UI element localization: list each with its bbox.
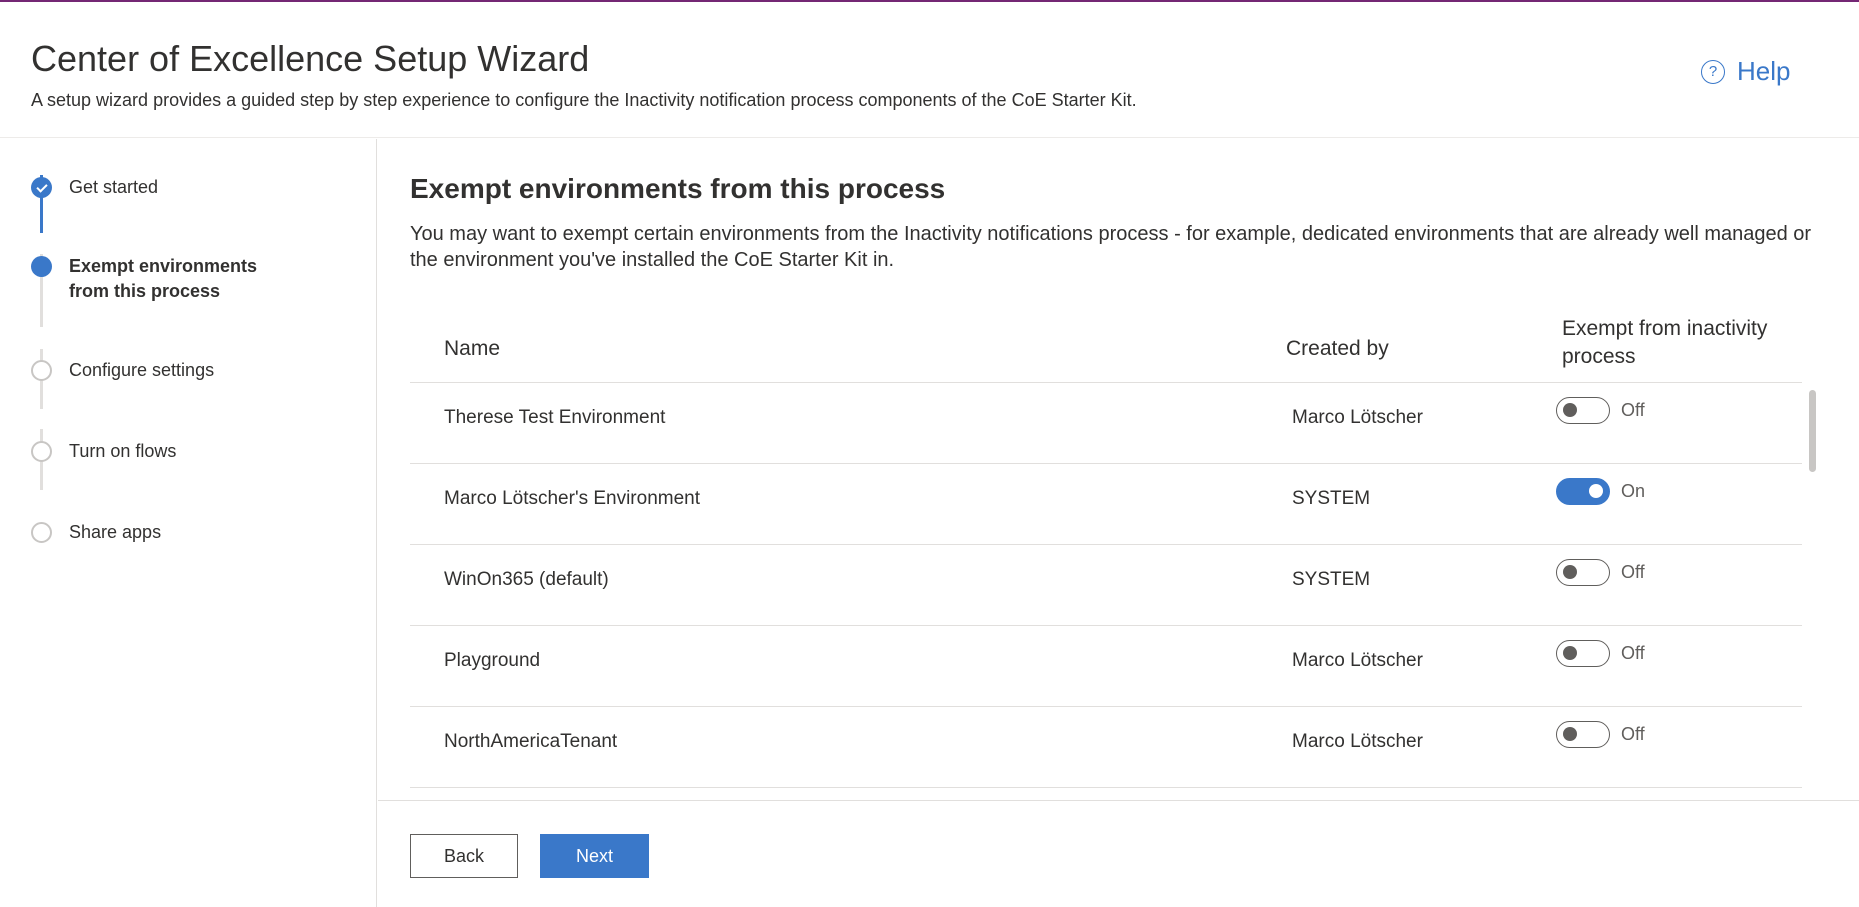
step-pending-icon <box>31 441 52 462</box>
table-body[interactable]: Therese Test Environment Marco Lötscher … <box>410 383 1802 790</box>
step-check-icon <box>31 177 52 198</box>
toggle-switch[interactable] <box>1556 397 1610 424</box>
step-pending-icon <box>31 360 52 381</box>
toggle-switch[interactable] <box>1556 640 1610 667</box>
toggle-state-label: Off <box>1621 724 1645 744</box>
toggle-switch[interactable] <box>1556 478 1610 505</box>
help-link[interactable]: ? Help <box>1701 56 1790 87</box>
section-title: Exempt environments from this process <box>410 173 946 204</box>
toggle-switch[interactable] <box>1556 559 1610 586</box>
environment-name: NorthAmericaTenant <box>444 731 618 752</box>
created-by: Marco Lötscher <box>1292 731 1423 752</box>
environment-name: Playground <box>444 650 541 671</box>
help-label: Help <box>1737 56 1791 86</box>
environment-name: WinOn365 (default) <box>444 569 609 590</box>
page-subtitle: A setup wizard provides a guided step by… <box>31 90 1137 110</box>
section-description: You may want to exempt certain environme… <box>410 223 1812 271</box>
column-header-created-by[interactable]: Created by <box>1286 337 1389 361</box>
exempt-toggle[interactable]: Off <box>1556 397 1645 424</box>
table-row: Therese Test Environment Marco Lötscher … <box>410 383 1802 464</box>
help-circle-icon: ? <box>1701 59 1725 84</box>
column-header-name[interactable]: Name <box>444 337 500 361</box>
step-share-apps[interactable]: Share apps <box>31 522 161 545</box>
step-label: Exempt environments from this process <box>69 256 258 301</box>
table-row: Marco Lötscher's Environment SYSTEM On <box>410 464 1802 545</box>
toggle-state-label: Off <box>1621 562 1645 582</box>
environment-name: Therese Test Environment <box>444 407 666 428</box>
step-configure-settings[interactable]: Configure settings <box>31 360 214 383</box>
wizard-footer: Back Next <box>378 800 1859 907</box>
table-row: NorthAmericaTenant Marco Lötscher Off <box>410 707 1802 788</box>
table-row: WinOn365 (default) SYSTEM Off <box>410 545 1802 626</box>
table-scrollbar[interactable] <box>1809 390 1816 472</box>
environments-table: Name Created by Exempt from inactivity p… <box>410 317 1802 790</box>
wizard-steps-sidebar: Get started Exempt environments from thi… <box>0 139 377 907</box>
toggle-state-label: Off <box>1621 643 1645 663</box>
back-button[interactable]: Back <box>410 834 518 878</box>
created-by: Marco Lötscher <box>1292 650 1423 671</box>
step-label: Share apps <box>69 522 162 542</box>
created-by: SYSTEM <box>1292 488 1371 509</box>
page-title: Center of Excellence Setup Wizard <box>31 38 590 79</box>
exempt-toggle[interactable]: Off <box>1556 721 1645 748</box>
table-row: Playground Marco Lötscher Off <box>410 626 1802 707</box>
next-button[interactable]: Next <box>540 834 649 878</box>
step-label: Turn on flows <box>69 441 177 461</box>
step-current-icon <box>31 256 52 277</box>
exempt-toggle[interactable]: On <box>1556 478 1645 505</box>
created-by: SYSTEM <box>1292 569 1371 590</box>
step-turn-on-flows[interactable]: Turn on flows <box>31 441 176 464</box>
environment-name: Marco Lötscher's Environment <box>444 488 701 509</box>
toggle-switch[interactable] <box>1556 721 1610 748</box>
table-header: Name Created by Exempt from inactivity p… <box>410 317 1802 383</box>
step-pending-icon <box>31 522 52 543</box>
step-get-started[interactable]: Get started <box>31 177 158 200</box>
exempt-toggle[interactable]: Off <box>1556 640 1645 667</box>
step-label: Get started <box>69 177 159 197</box>
column-header-exempt[interactable]: Exempt from inactivity process <box>1562 315 1802 371</box>
page-header: Center of Excellence Setup Wizard A setu… <box>0 2 1859 138</box>
toggle-state-label: Off <box>1621 400 1645 420</box>
step-label: Configure settings <box>69 360 215 380</box>
created-by: Marco Lötscher <box>1292 407 1423 428</box>
exempt-toggle[interactable]: Off <box>1556 559 1645 586</box>
toggle-state-label: On <box>1621 481 1646 501</box>
step-exempt-environments[interactable]: Exempt environments from this process <box>31 256 257 304</box>
